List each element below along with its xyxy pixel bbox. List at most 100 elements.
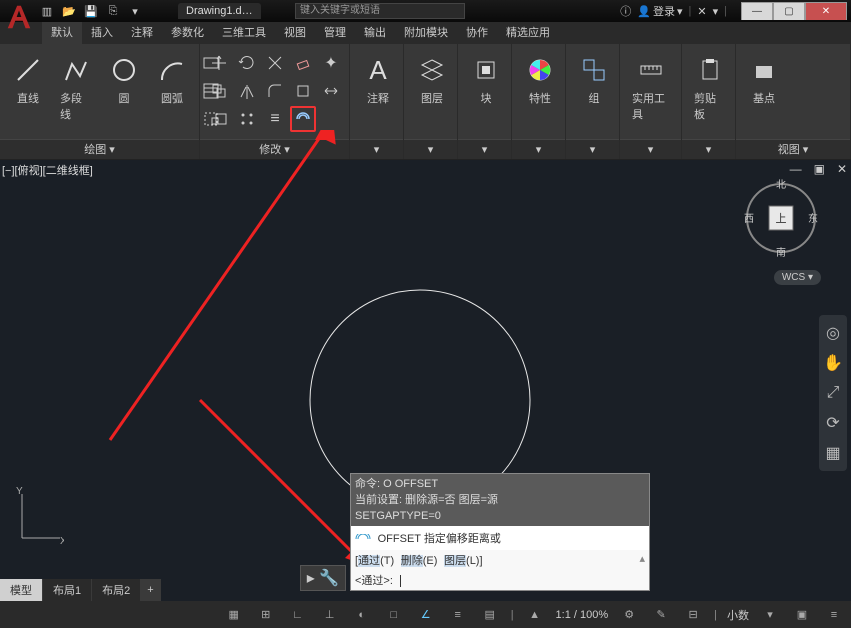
block-button[interactable]: 块 bbox=[464, 50, 508, 110]
viewport-minimize-icon[interactable]: — bbox=[790, 162, 802, 176]
model-paper-toggle[interactable]: ▦ bbox=[223, 605, 245, 625]
tab-layout2[interactable]: 布局2 bbox=[92, 579, 140, 601]
annotation-toggle[interactable]: ✎ bbox=[650, 605, 672, 625]
customization-icon[interactable]: ≡ bbox=[823, 605, 845, 625]
tab-insert[interactable]: 插入 bbox=[82, 19, 122, 44]
workspace-icon[interactable]: ▲ bbox=[524, 605, 546, 625]
circle-button[interactable]: 圆 bbox=[102, 50, 146, 110]
tab-3dtools[interactable]: 三维工具 bbox=[213, 19, 275, 44]
isolate-icon[interactable]: ⊟ bbox=[682, 605, 704, 625]
tab-default[interactable]: 默认 bbox=[42, 19, 82, 44]
array-icon[interactable] bbox=[234, 106, 260, 132]
trim-icon[interactable] bbox=[262, 50, 288, 76]
polyline-button[interactable]: 多段线 bbox=[54, 50, 98, 126]
tab-view[interactable]: 视图 bbox=[275, 19, 315, 44]
command-window[interactable]: 命令: O OFFSET 当前设置: 删除源=否 图层=源 SETGAPTYPE… bbox=[350, 473, 650, 591]
panel-flyout[interactable]: ▾ bbox=[404, 139, 457, 159]
panel-flyout[interactable]: ▾ bbox=[458, 139, 511, 159]
add-layout-button[interactable]: + bbox=[141, 581, 159, 599]
wcs-badge[interactable]: WCS ▾ bbox=[774, 270, 821, 285]
info-icon[interactable]: ⓘ bbox=[620, 3, 631, 19]
pan-icon[interactable]: ✋ bbox=[823, 353, 843, 373]
viewport-restore-icon[interactable]: ▣ bbox=[814, 162, 825, 176]
panel-flyout[interactable]: ▾ bbox=[350, 139, 403, 159]
polar-toggle[interactable]: ◐ bbox=[351, 605, 373, 625]
maximize-button[interactable]: ▢ bbox=[773, 2, 805, 20]
viewcube[interactable]: 上 北 南 西 东 bbox=[741, 178, 821, 258]
app-logo[interactable] bbox=[4, 2, 34, 32]
orbit-icon[interactable]: ⟳ bbox=[823, 413, 843, 433]
osnap-toggle[interactable]: □ bbox=[383, 605, 405, 625]
qat-dropdown-icon[interactable]: ▾ bbox=[126, 3, 144, 19]
viewport-close-icon[interactable]: ✕ bbox=[837, 162, 847, 176]
otrack-toggle[interactable]: ∠ bbox=[415, 605, 437, 625]
qat-save-icon[interactable]: 💾 bbox=[82, 3, 100, 19]
tab-annotate[interactable]: 注释 bbox=[122, 19, 162, 44]
panel-flyout[interactable]: ▾ bbox=[512, 139, 565, 159]
panel-title-draw[interactable]: 绘图 ▾ bbox=[0, 139, 199, 159]
line-button[interactable]: 直线 bbox=[6, 50, 50, 110]
command-input[interactable]: <通过>: bbox=[351, 570, 649, 590]
zoom-ratio[interactable]: 1:1 / 100% bbox=[556, 609, 609, 621]
util-button[interactable]: 实用工具 bbox=[626, 50, 675, 126]
lineweight-toggle[interactable]: ≡ bbox=[447, 605, 469, 625]
snap-toggle[interactable]: ∟ bbox=[287, 605, 309, 625]
annotate-button[interactable]: A注释 bbox=[356, 50, 400, 110]
tab-manage[interactable]: 管理 bbox=[315, 19, 355, 44]
props-button[interactable]: 特性 bbox=[518, 50, 562, 110]
panel-title-modify[interactable]: 修改 ▾ bbox=[200, 139, 349, 159]
panel-flyout[interactable]: ▾ bbox=[620, 139, 681, 159]
copy-icon[interactable] bbox=[206, 78, 232, 104]
fillet-icon[interactable] bbox=[262, 78, 288, 104]
fullnav-icon[interactable]: ◎ bbox=[823, 323, 843, 343]
tab-express[interactable]: 精选应用 bbox=[497, 19, 559, 44]
tab-layout1[interactable]: 布局1 bbox=[43, 579, 91, 601]
exchange-icon[interactable]: ✕ bbox=[697, 5, 706, 18]
ucs-icon[interactable]: YX bbox=[14, 486, 64, 551]
help-dropdown-icon[interactable]: ▾ bbox=[713, 5, 719, 18]
gear-icon[interactable]: ⚙ bbox=[618, 605, 640, 625]
qat-saveas-icon[interactable]: ⎘ bbox=[104, 3, 122, 19]
tab-model[interactable]: 模型 bbox=[0, 579, 42, 601]
arc-button[interactable]: 圆弧 bbox=[150, 50, 194, 110]
command-handle[interactable]: ▸ 🔧 bbox=[300, 565, 346, 591]
tab-output[interactable]: 输出 bbox=[355, 19, 395, 44]
move-icon[interactable] bbox=[206, 50, 232, 76]
scroll-up-icon[interactable]: ▴ bbox=[639, 552, 645, 565]
document-tab[interactable]: Drawing1.d… bbox=[178, 3, 261, 19]
panel-title-view[interactable]: 视图 ▾ bbox=[736, 139, 850, 159]
minimize-button[interactable]: — bbox=[741, 2, 773, 20]
drawing-canvas[interactable]: [−][俯视][二维线框] — ▣ ✕ 上 北 南 西 东 WCS ▾ ◎ ✋ … bbox=[0, 160, 851, 601]
panel-flyout[interactable]: ▾ bbox=[682, 139, 735, 159]
clean-screen-icon[interactable]: ▣ bbox=[791, 605, 813, 625]
qat-open-icon[interactable]: 📂 bbox=[60, 3, 78, 19]
zoom-icon[interactable]: ⤢ bbox=[823, 383, 843, 403]
tab-parametric[interactable]: 参数化 bbox=[162, 19, 213, 44]
panel-flyout[interactable]: ▾ bbox=[566, 139, 619, 159]
scale-icon[interactable] bbox=[206, 106, 232, 132]
rotate-icon[interactable] bbox=[234, 50, 260, 76]
viewport-label[interactable]: [−][俯视][二维线框] bbox=[2, 162, 93, 178]
group-button[interactable]: 组 bbox=[572, 50, 616, 110]
explode-icon[interactable]: ✦ bbox=[318, 50, 344, 76]
user-login[interactable]: 👤 登录 ▾ bbox=[637, 3, 682, 19]
close-button[interactable]: ✕ bbox=[805, 2, 847, 20]
layer-button[interactable]: 图层 bbox=[410, 50, 454, 110]
transparency-toggle[interactable]: ▤ bbox=[479, 605, 501, 625]
clipboard-button[interactable]: 剪贴板 bbox=[688, 50, 732, 126]
qat-new-icon[interactable]: ▥ bbox=[38, 3, 56, 19]
chamfer-icon[interactable] bbox=[290, 78, 316, 104]
basepoint-button[interactable]: 基点 bbox=[742, 50, 786, 110]
mirror-icon[interactable] bbox=[234, 78, 260, 104]
grid-toggle[interactable]: ⊞ bbox=[255, 605, 277, 625]
tab-collab[interactable]: 协作 bbox=[457, 19, 497, 44]
search-input[interactable]: 键入关键字或短语 bbox=[295, 3, 465, 19]
ortho-toggle[interactable]: ⊥ bbox=[319, 605, 341, 625]
offset-button[interactable] bbox=[290, 106, 316, 132]
tab-addin[interactable]: 附加模块 bbox=[395, 19, 457, 44]
erase-icon[interactable] bbox=[290, 50, 316, 76]
units-dropdown-icon[interactable]: ▾ bbox=[759, 605, 781, 625]
showmotion-icon[interactable]: ▦ bbox=[823, 443, 843, 463]
stretch-icon[interactable] bbox=[318, 78, 344, 104]
align-icon[interactable]: ≡ bbox=[262, 106, 288, 132]
